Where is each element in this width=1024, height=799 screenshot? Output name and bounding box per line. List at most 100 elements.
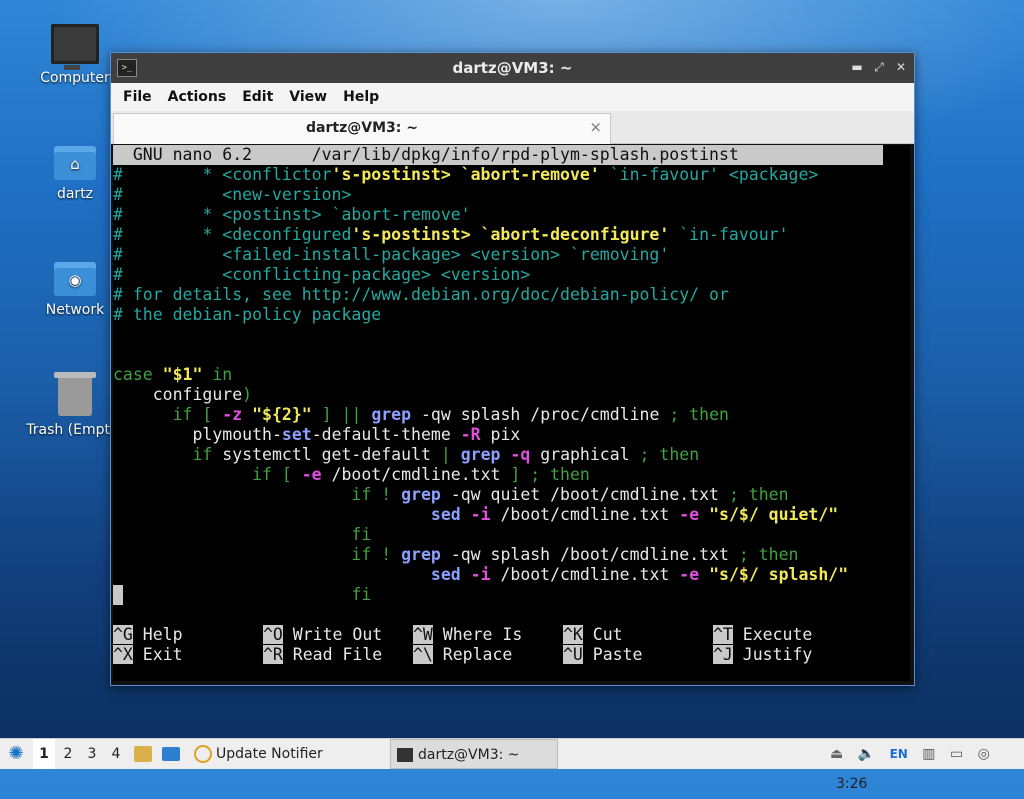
nano-buffer[interactable]: # * <conflictor's-postinst> `abort-remov… (113, 165, 910, 605)
network-folder-icon: ◉ (54, 262, 96, 296)
shortcut-row: ^X Exit ^R Read File ^\ Replace ^U Paste ^J … (113, 645, 910, 665)
workspace-4[interactable]: 4 (105, 739, 127, 769)
terminal-area[interactable]: GNU nano 6.2 /var/lib/dpkg/info/rpd-plym… (113, 145, 910, 681)
shortcut-label: Paste (582, 645, 643, 664)
shortcut-row: ^G Help ^O Write Out ^W Where Is ^K Cut ^T E… (113, 625, 910, 645)
shortcut[interactable]: ^K Cut (563, 625, 713, 645)
shortcut[interactable]: ^O Write Out (263, 625, 413, 645)
menu-view[interactable]: View (281, 89, 335, 105)
menu-help[interactable]: Help (335, 89, 387, 105)
menu-file[interactable]: File (115, 89, 160, 105)
window-title: dartz@VM3: ~ (452, 59, 573, 77)
shortcut[interactable]: ^G Help (113, 625, 263, 645)
code-token: case (113, 365, 163, 384)
shortcut-label: Exit (132, 645, 183, 664)
close-icon[interactable]: ✕ (894, 58, 908, 76)
workspace-2[interactable]: 2 (57, 739, 79, 769)
code-token: -e (679, 505, 700, 524)
workspace-3[interactable]: 3 (81, 739, 103, 769)
shortcut-label: Cut (582, 625, 623, 644)
code-token: sed (430, 565, 461, 584)
code-token: -default-theme (311, 425, 461, 444)
code-token: grep (371, 405, 412, 424)
code-token: fi (123, 585, 372, 604)
code-token: /boot/cmdline.txt (490, 565, 680, 584)
update-notifier-icon (194, 745, 212, 763)
shortcut[interactable]: ^\ Replace (413, 645, 563, 665)
code-token: # * <conflictor (113, 165, 332, 184)
code-token: -qw splash /boot/cmdline.txt (440, 545, 739, 564)
shortcut-key: ^J (713, 645, 733, 664)
code-token: ) (242, 385, 253, 404)
shortcut-label: Read File (282, 645, 383, 664)
terminal-task-icon (397, 748, 413, 762)
code-line: if systemctl get-default | grep -q graph… (113, 445, 910, 465)
window-titlebar[interactable]: >_ dartz@VM3: ~ ▬ ⤢ ✕ (111, 53, 914, 83)
tab-terminal[interactable]: dartz@VM3: ~ × (113, 113, 611, 144)
minimize-icon[interactable]: ▬ (850, 58, 864, 76)
volume-icon[interactable]: 🔈 (858, 739, 875, 769)
code-token: systemctl get-default (222, 445, 441, 464)
network-icon[interactable]: ▭ (950, 739, 963, 769)
code-token: `in-favour' <package> (599, 165, 819, 184)
shortcut-label: Replace (432, 645, 513, 664)
menu-actions[interactable]: Actions (160, 89, 235, 105)
shortcut[interactable]: ^W Where Is (413, 625, 563, 645)
code-token: -qw splash /proc/cmdline (411, 405, 670, 424)
shortcut[interactable]: ^R Read File (263, 645, 413, 665)
code-line: if [ -e /boot/cmdline.txt ] ; then (113, 465, 910, 485)
code-token: ] || (311, 405, 372, 424)
code-token: # <failed-install-package> <version> `re… (113, 245, 670, 264)
shortcut[interactable]: ^X Exit (113, 645, 263, 665)
code-token: # the debian-policy package (113, 305, 382, 324)
shortcut-key: ^\ (413, 645, 433, 664)
shortcut[interactable]: ^T Execute (713, 625, 863, 645)
shortcut-label: Help (132, 625, 183, 644)
tab-close-icon[interactable]: × (589, 118, 602, 136)
code-token: pix (480, 425, 521, 444)
code-line: plymouth-set-default-theme -R pix (113, 425, 910, 445)
bluetooth-icon[interactable]: ▥ (922, 739, 935, 769)
code-token: ; then (669, 405, 729, 424)
code-token: configure (113, 385, 243, 404)
code-token: ; then (639, 445, 700, 464)
menu-edit[interactable]: Edit (234, 89, 281, 105)
code-token: # <conflicting-package> <version> (113, 265, 531, 284)
system-tray: ⏏ 🔈 EN ▥ ▭ ◎ 3:26 (820, 739, 1024, 792)
code-token: ; then (738, 545, 799, 564)
task-label: dartz@VM3: ~ (418, 747, 520, 763)
clock[interactable]: 3:26 (836, 769, 867, 799)
shortcut-key: ^O (263, 625, 283, 644)
shortcut-key: ^X (113, 645, 133, 664)
code-token: "$1" (162, 365, 203, 384)
show-desktop-icon[interactable] (162, 739, 182, 769)
code-line: # <new-version> (113, 185, 910, 205)
code-line: fi (113, 525, 910, 545)
maximize-icon[interactable]: ⤢ (872, 58, 886, 76)
code-token: set (281, 425, 312, 444)
file-manager-icon[interactable] (134, 739, 154, 769)
shortcut[interactable]: ^J Justify (713, 645, 863, 665)
shortcut-key: ^G (113, 625, 133, 644)
workspace-1[interactable]: 1 (33, 739, 55, 769)
keyboard-layout[interactable]: EN (890, 739, 908, 769)
start-menu-icon[interactable]: ✺ (5, 739, 27, 769)
shortcut-key: ^R (263, 645, 283, 664)
shortcut[interactable]: ^U Paste (563, 645, 713, 665)
code-line: # * <postinst> `abort-remove' (113, 205, 910, 225)
taskbar-task-terminal[interactable]: dartz@VM3: ~ (390, 739, 558, 769)
code-token: -z (222, 405, 243, 424)
code-token: grep (401, 545, 441, 564)
code-token: 's-postinst> `abort-remove' (331, 165, 600, 184)
eject-icon[interactable]: ⏏ (830, 739, 843, 769)
code-token: | (440, 445, 461, 464)
notification-icon[interactable]: ◎ (978, 739, 990, 769)
code-token: /boot/cmdline.txt (490, 505, 680, 524)
update-notifier[interactable]: Update Notifier (194, 739, 364, 769)
code-line: # * <conflictor's-postinst> `abort-remov… (113, 165, 910, 185)
